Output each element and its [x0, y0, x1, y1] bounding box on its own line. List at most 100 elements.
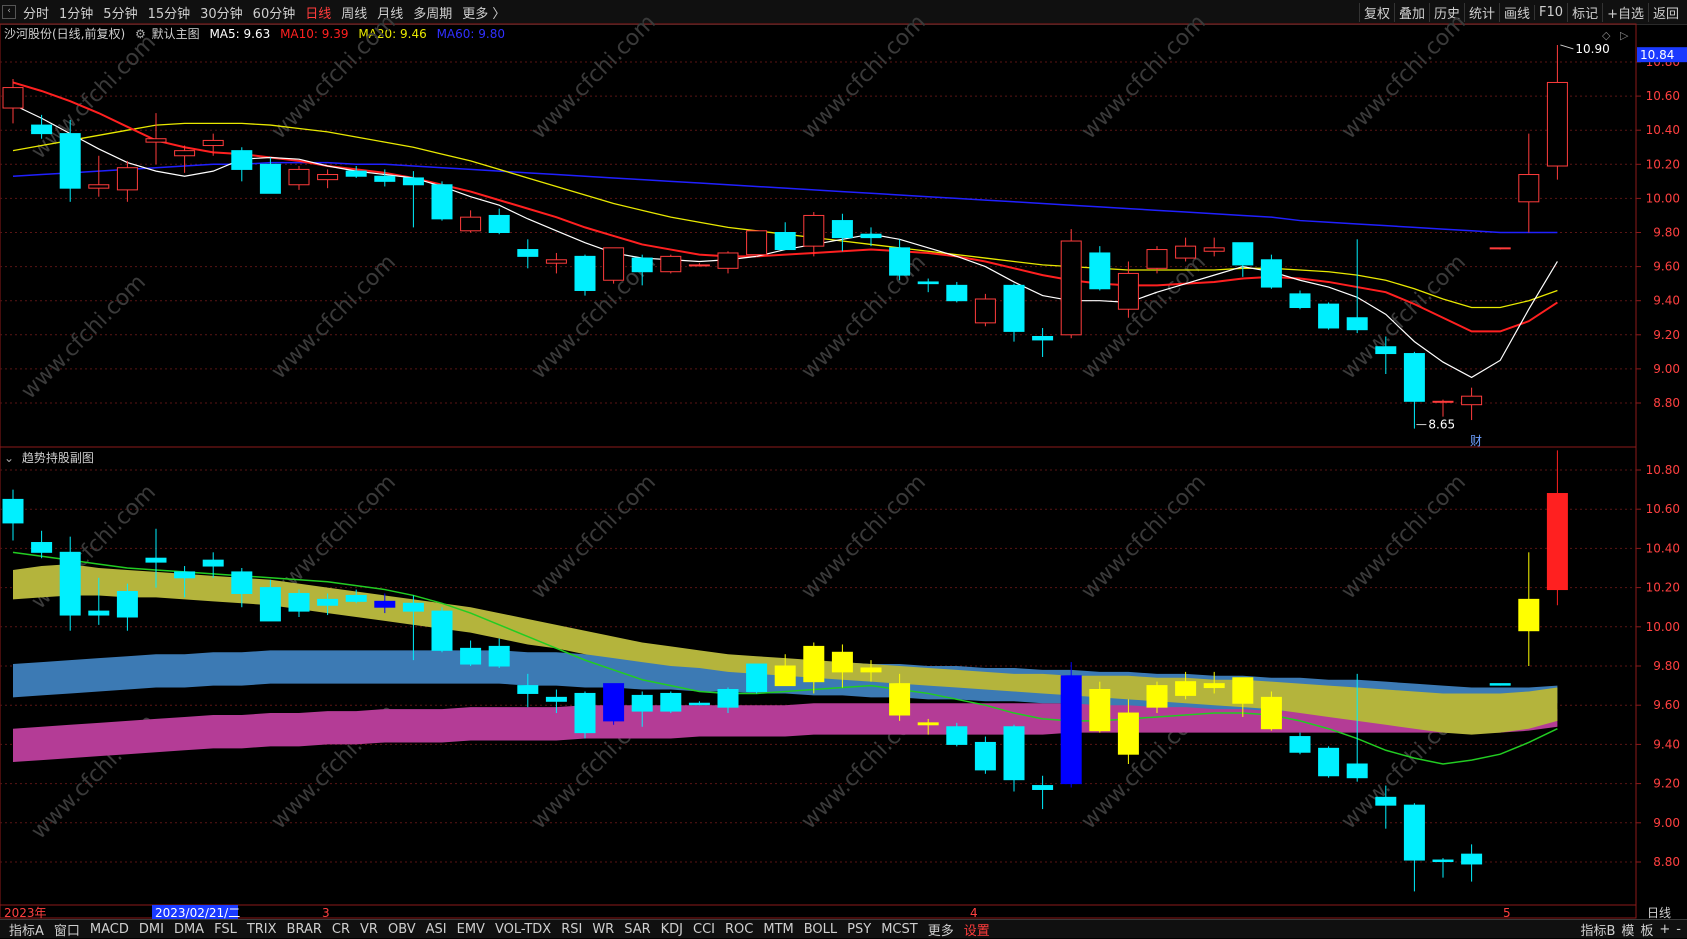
sub-candle-body	[545, 696, 567, 702]
main-candle-body	[860, 233, 882, 239]
main-candle-body	[1403, 353, 1425, 402]
indicator-tab[interactable]: MACD	[85, 922, 134, 937]
watermark-text: www.cfchi.com	[1077, 10, 1211, 144]
sub-candle-body	[288, 592, 310, 612]
indicator-tabs: 指标A 窗口 MACD DMI DMA FSL TRIX BRAR CR VR OBV ASI EMV V…	[4, 920, 995, 939]
indicator-tab[interactable]: VR	[355, 922, 383, 937]
main-tick-label: 9.20	[1653, 328, 1680, 342]
indicator-tab[interactable]: FSL	[209, 922, 242, 937]
sub-candle-body	[174, 571, 196, 579]
main-tick-label: 9.60	[1653, 260, 1680, 274]
indicator-tab[interactable]: ROC	[720, 922, 758, 937]
indicator-tab[interactable]: OBV	[383, 922, 421, 937]
main-candle-body	[517, 249, 539, 257]
main-candle-body	[1175, 245, 1197, 259]
sub-candle-body	[460, 647, 482, 665]
indicator-tab[interactable]: CR	[327, 922, 355, 937]
sub-tick-label: 10.00	[1646, 620, 1680, 634]
sub-candle-body	[1089, 689, 1111, 732]
main-candle-body	[145, 138, 167, 143]
indicator-tab[interactable]: VOL-TDX	[490, 922, 556, 937]
main-candle-body	[345, 170, 367, 177]
chart-canvas: 8.80 8.80 9.00 9.00 9.20 9.20 9.40 9.40 9.60 9.60…	[0, 10, 1687, 920]
indicator-tab[interactable]: EMV	[452, 922, 490, 937]
indicator-tab[interactable]: MCST	[876, 922, 923, 937]
main-candle-body	[1289, 293, 1311, 309]
diamond-icon: ◇	[1602, 29, 1611, 42]
high-label-pointer	[1560, 44, 1574, 50]
indicator-tab[interactable]: 更多	[923, 920, 959, 939]
main-candle-body	[116, 167, 138, 191]
cursor-date-label: 2023/02/21/二	[155, 906, 240, 920]
sub-tick-label: 10.20	[1646, 581, 1680, 595]
sub-candle-body	[1232, 677, 1254, 704]
indicator-tab[interactable]: WR	[587, 922, 619, 937]
watermark-text: www.cfchi.com	[1077, 470, 1211, 604]
watermark-text: www.cfchi.com	[797, 470, 931, 604]
main-candle-body	[1546, 81, 1568, 167]
main-candle-body	[174, 150, 196, 157]
watermark-text: www.cfchi.com	[267, 250, 401, 384]
watermark-text: www.cfchi.com	[1337, 10, 1471, 144]
indicator-right-button[interactable]: 指标B	[1580, 920, 1615, 939]
indicator-right-button[interactable]: -	[1676, 922, 1681, 937]
sub-candle-body	[374, 600, 396, 608]
main-candle-body	[1203, 247, 1225, 252]
main-candle-body	[831, 220, 853, 239]
sub-candle-body	[803, 645, 825, 683]
indicator-tab[interactable]: PSY	[842, 922, 876, 937]
indicator-tab[interactable]: TRIX	[242, 922, 282, 937]
main-candle-body	[688, 264, 710, 267]
sub-candle-body	[116, 591, 138, 618]
sub-candle-body	[688, 702, 710, 706]
watermark-text: www.cfchi.com	[1337, 470, 1471, 604]
indicator-tab[interactable]: SAR	[619, 922, 655, 937]
sub-candle-body	[1146, 685, 1168, 708]
indicator-right-button[interactable]: 板	[1640, 920, 1653, 939]
sub-candle-body	[603, 683, 625, 722]
main-candle-body	[1003, 284, 1025, 332]
indicator-right-button[interactable]: 模	[1621, 920, 1634, 939]
sub-candle-body	[402, 602, 424, 612]
main-candle-body	[2, 87, 24, 109]
sub-tick-label: 9.20	[1653, 777, 1680, 791]
indicator-tab[interactable]: KDJ	[656, 922, 688, 937]
main-candle-body	[946, 284, 968, 302]
main-candle-body	[717, 252, 739, 269]
main-candle-body	[1232, 242, 1254, 266]
indicator-tab[interactable]: RSI	[556, 922, 587, 937]
indicator-tab[interactable]: 指标A	[4, 920, 49, 939]
sub-candle-body	[1318, 747, 1340, 777]
indicator-right-button[interactable]: +	[1659, 922, 1670, 937]
indicator-tab[interactable]: 设置	[959, 920, 995, 939]
sub-tick-label: 8.80	[1653, 855, 1680, 869]
time-axis-label: 3	[322, 906, 330, 920]
sub-candle-body	[1461, 853, 1483, 865]
sub-candle-body	[1117, 712, 1139, 755]
time-axis-label: 4	[970, 906, 978, 920]
indicator-tab[interactable]: CCI	[688, 922, 720, 937]
main-candle-body	[1461, 395, 1483, 406]
main-candle-body	[488, 214, 510, 233]
main-candle-body	[231, 150, 253, 170]
indicator-tab[interactable]: DMA	[169, 922, 209, 937]
indicator-tab[interactable]: DMI	[134, 922, 169, 937]
indicator-tab[interactable]: BOLL	[799, 922, 842, 937]
main-candle-body	[259, 163, 281, 194]
sub-candle-body	[1289, 736, 1311, 753]
indicator-tab[interactable]: BRAR	[282, 922, 327, 937]
indicator-tab[interactable]: MTM	[758, 922, 798, 937]
main-candle-body	[31, 124, 53, 135]
indicator-tab[interactable]: ASI	[421, 922, 452, 937]
sub-candle-body	[1175, 681, 1197, 696]
sub-tick-label: 10.60	[1646, 502, 1680, 516]
sub-candle-body	[1003, 726, 1025, 781]
indicator-tab[interactable]: 窗口	[49, 920, 85, 939]
sub-candle-body	[746, 663, 768, 692]
main-candle-body	[1346, 317, 1368, 331]
sub-candle-body	[259, 587, 281, 622]
main-candle-body	[288, 168, 310, 186]
sub-candle-body	[431, 610, 453, 651]
main-candle-body	[202, 139, 224, 147]
low-price-label: 8.65	[1428, 418, 1455, 432]
